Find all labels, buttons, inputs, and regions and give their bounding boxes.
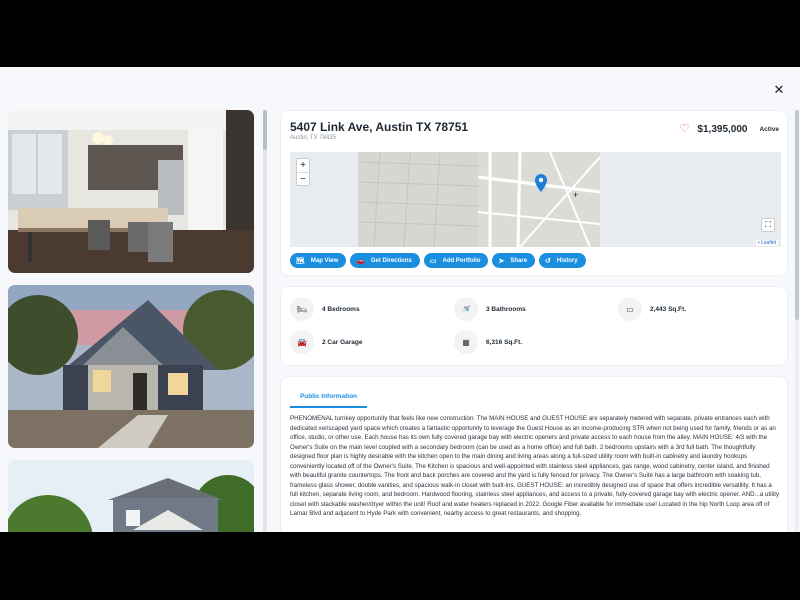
feature-living-area-label: 2,443 Sq.Ft. [650,305,687,313]
add-portfolio-button[interactable]: ▭ Add Portfolio [423,253,489,268]
features-card: 🛏 4 Bedrooms 🚿 3 Bathrooms ▭ 2,443 Sq.Ft… [280,286,788,366]
favorite-heart-icon[interactable]: ♡ [680,124,690,135]
public-information-card: Public Information PHENOMENAL turnkey op… [280,376,788,532]
feature-garage-label: 2 Car Garage [322,338,363,346]
map-zoom-in-button[interactable]: + [297,159,309,172]
location-map[interactable]: + + − ⛶ ▪ Leaflet [290,152,781,247]
photo-gallery[interactable] [8,110,254,532]
get-directions-button[interactable]: 🚗 Get Directions [350,253,420,268]
feature-bedrooms: 🛏 4 Bedrooms [290,297,360,321]
add-portfolio-label: Add Portfolio [442,257,481,264]
listing-description: PHENOMENAL turnkey opportunity that feel… [290,415,780,517]
photo-front-exterior[interactable] [8,285,254,448]
folder-icon: ▭ [429,257,437,265]
bed-icon: 🛏 [290,297,314,321]
feature-garage: 🚘 2 Car Garage [290,330,362,354]
close-icon: ✕ [773,82,785,97]
feature-lot-size-label: 6,316 Sq.Ft. [486,338,523,346]
listing-status: Active [759,126,779,133]
history-label: History [556,257,578,264]
listing-modal: ✕ 5407 Link Ave, Austin TX 78751 Austin,… [0,67,800,532]
share-button[interactable]: ➤ Share [492,253,536,268]
map-zoom-out-button[interactable]: − [297,172,309,185]
map-attribution[interactable]: ▪ Leaflet [755,240,778,246]
listing-header-card: 5407 Link Ave, Austin TX 78751 Austin, T… [280,110,788,276]
map-tiles: + [290,152,781,247]
listing-sub-address: Austin, TX 78435 [290,135,336,141]
lot-icon: ▦ [454,330,478,354]
close-button[interactable]: ✕ [768,79,790,101]
history-icon: ↺ [545,257,551,265]
feature-living-area: ▭ 2,443 Sq.Ft. [618,297,686,321]
map-fullscreen-icon[interactable]: ⛶ [761,218,775,232]
svg-text:+: + [573,190,578,200]
shower-icon: 🚿 [454,297,478,321]
action-buttons: 🗺 Map View 🚗 Get Directions ▭ Add Portfolio… [290,253,586,268]
feature-lot-size: ▦ 6,316 Sq.Ft. [454,330,522,354]
photo-guest-house[interactable] [8,460,254,532]
feature-bathrooms-label: 3 Bathrooms [486,305,526,313]
listing-details: 5407 Link Ave, Austin TX 78751 Austin, T… [280,110,788,532]
share-label: Share [510,257,528,264]
gallery-scroll-thumb[interactable] [263,110,267,150]
map-attribution-label: Leaflet [760,240,776,246]
map-view-label: Map View [310,257,339,264]
feature-bathrooms: 🚿 3 Bathrooms [454,297,526,321]
feature-bedrooms-label: 4 Bedrooms [322,305,360,313]
price-area: ♡ $1,395,000 Active [680,124,779,136]
history-button[interactable]: ↺ History [539,253,586,268]
listing-price: $1,395,000 [697,124,748,135]
gallery-scrollbar[interactable] [263,110,267,532]
ruler-icon: ▭ [618,297,642,321]
car-icon: 🚘 [290,330,314,354]
share-icon: ➤ [498,257,505,265]
tab-public-information[interactable]: Public Information [290,386,367,408]
get-directions-label: Get Directions [370,257,412,264]
listing-address: 5407 Link Ave, Austin TX 78751 [290,120,469,134]
map-icon: 🗺 [296,257,305,265]
car-icon: 🚗 [356,257,365,265]
map-view-button[interactable]: 🗺 Map View [290,253,347,268]
details-scrollbar[interactable] [795,110,799,532]
details-scroll-thumb[interactable] [795,110,799,320]
map-zoom-control: + − [296,158,310,186]
photo-kitchen[interactable] [8,110,254,273]
